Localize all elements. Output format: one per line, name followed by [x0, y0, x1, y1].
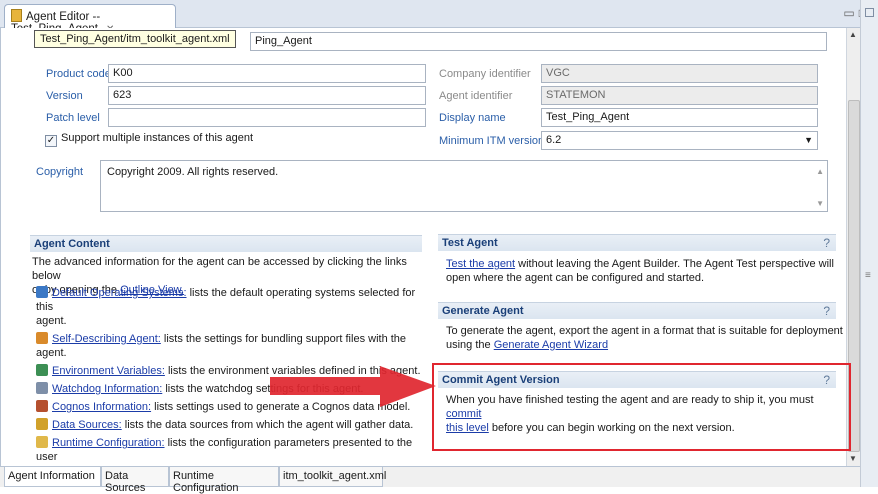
agent-content-item-icon	[36, 418, 48, 430]
agent-content-item-icon	[36, 286, 48, 298]
product-code-input[interactable]: K00	[108, 64, 426, 83]
sash-handle-icon[interactable]: ≡	[865, 270, 871, 281]
checkbox-checked-icon[interactable]: ✓	[45, 135, 57, 147]
textarea-scroll-up-icon[interactable]: ▲	[816, 167, 824, 176]
agent-editor-icon	[11, 9, 22, 22]
display-name-label: Display name	[439, 112, 506, 124]
annotation-arrow	[270, 366, 436, 407]
textarea-scroll-down-icon[interactable]: ▼	[816, 199, 824, 208]
agent-content-header: Agent Content	[30, 235, 422, 252]
help-icon[interactable]: ?	[823, 304, 830, 318]
support-multiple-checkbox[interactable]: ✓ Support multiple instances of this agen…	[45, 132, 253, 147]
restore-view-icon[interactable]	[865, 8, 874, 17]
agent-content-item-icon	[36, 382, 48, 394]
agent-content-item-link[interactable]: Environment Variables:	[52, 365, 165, 377]
bottom-tab[interactable]: Agent Information	[4, 467, 101, 487]
display-name-input[interactable]: Test_Ping_Agent	[541, 108, 818, 127]
annotation-arrow-shape	[270, 366, 436, 407]
agent-content-item-link[interactable]: Default Operating Systems:	[52, 287, 187, 299]
agent-content-item-icon	[36, 332, 48, 344]
agent-identifier-input: STATEMON	[541, 86, 818, 105]
copyright-label: Copyright	[36, 166, 84, 178]
patch-level-input[interactable]	[108, 108, 426, 127]
bottom-tab[interactable]: Data Sources	[101, 467, 169, 494]
editor-tab[interactable]: Agent Editor -- Test_Ping_Agent✕	[4, 4, 176, 35]
agent-content-item: Data Sources: lists the data sources fro…	[36, 418, 426, 432]
support-multiple-label: Support multiple instances of this agent	[61, 132, 254, 144]
scroll-down-icon[interactable]: ▼	[849, 454, 857, 463]
bottom-tab[interactable]: itm_toolkit_agent.xml	[279, 467, 386, 487]
agent-content-item-link[interactable]: Runtime Configuration:	[52, 437, 165, 449]
annotation-highlight-box	[432, 363, 851, 451]
version-input[interactable]: 623	[108, 86, 426, 105]
agent-content-item-link[interactable]: Data Sources:	[52, 419, 122, 431]
product-code-label: Product code	[46, 68, 111, 80]
generate-agent-header: Generate Agent ?	[438, 302, 836, 319]
agent-name-field[interactable]: Ping_Agent	[250, 32, 827, 51]
editor-tab-bar: Agent Editor -- Test_Ping_Agent✕ ▭□	[0, 0, 878, 35]
generate-agent-text: To generate the agent, export the agent …	[446, 325, 843, 351]
version-label: Version	[46, 90, 83, 102]
agent-content-item-link[interactable]: Watchdog Information:	[52, 383, 162, 395]
min-itm-version-value: 6.2	[546, 134, 562, 146]
agent-content-item-link[interactable]: Self-Describing Agent:	[52, 333, 161, 345]
agent-content-item-link[interactable]: Cognos Information:	[52, 401, 151, 413]
copyright-textarea[interactable]: Copyright 2009. All rights reserved. ▲ ▼	[100, 160, 828, 212]
agent-identifier-label: Agent identifier	[439, 90, 513, 102]
test-the-agent-link[interactable]: Test the agent	[446, 258, 515, 270]
test-agent-header: Test Agent ?	[438, 234, 836, 251]
bottom-tab-bar: Agent Information Data Sources Runtime Con…	[0, 466, 860, 494]
help-icon[interactable]: ?	[823, 236, 830, 250]
copyright-text: Copyright 2009. All rights reserved.	[107, 166, 279, 178]
agent-content-item-text: lists the data sources from which the ag…	[121, 419, 414, 431]
min-itm-version-select[interactable]: 6.2 ▼	[541, 131, 818, 150]
bottom-tab[interactable]: Runtime Configuration	[169, 467, 279, 494]
company-identifier-label: Company identifier	[439, 68, 531, 80]
scroll-up-icon[interactable]: ▲	[849, 30, 857, 39]
file-path-tooltip: Test_Ping_Agent/itm_toolkit_agent.xml	[34, 30, 236, 48]
min-itm-version-label: Minimum ITM version	[439, 135, 545, 147]
side-panel-edge: ≡	[860, 0, 878, 487]
agent-content-item-icon	[36, 364, 48, 376]
test-agent-text: Test the agent without leaving the Agent…	[446, 258, 834, 284]
generate-agent-wizard-link[interactable]: Generate Agent Wizard	[494, 339, 608, 351]
agent-content-item-text-cont: agent.	[36, 315, 67, 327]
patch-level-label: Patch level	[46, 112, 100, 124]
dropdown-arrow-icon[interactable]: ▼	[804, 135, 813, 145]
company-identifier-input: VGC	[541, 64, 818, 83]
agent-content-item-icon	[36, 400, 48, 412]
minimize-icon[interactable]: ▭	[843, 6, 858, 20]
agent-content-item: Self-Describing Agent: lists the setting…	[36, 332, 426, 360]
agent-content-item-icon	[36, 436, 48, 448]
agent-content-item: Default Operating Systems: lists the def…	[36, 286, 426, 328]
